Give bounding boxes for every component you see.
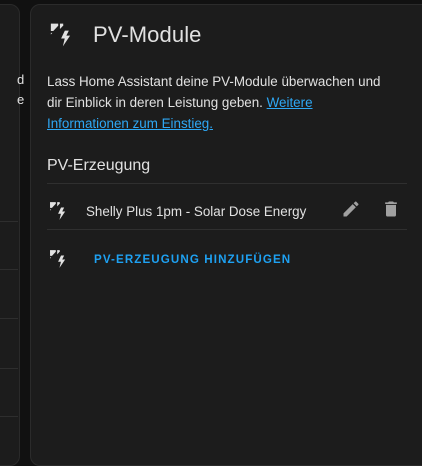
solar-power-icon [47,248,71,270]
edit-source-button[interactable] [335,195,367,227]
add-solar-source-label: PV-ERZEUGUNG HINZUFÜGEN [94,252,292,266]
previous-card-divider [0,368,18,369]
description-text: Lass Home Assistant deine PV-Module über… [47,74,381,110]
section-title: PV-Erzeugung [47,157,151,174]
card-header: PV-Module [47,19,202,51]
previous-card-divider [0,221,18,222]
previous-card-divider [0,269,18,270]
page-title: PV-Module [93,22,202,47]
section-divider [47,183,407,184]
pencil-icon [341,199,361,224]
previous-card-divider [0,318,18,319]
previous-card-text-1: d [17,72,25,87]
pv-module-card: PV-Module Lass Home Assistant deine PV-M… [30,4,422,466]
card-description: Lass Home Assistant deine PV-Module über… [47,71,397,134]
add-solar-source-button[interactable]: PV-ERZEUGUNG HINZUFÜGEN [47,245,291,273]
previous-card-divider [0,416,18,417]
solar-source-label: Shelly Plus 1pm - Solar Dose Energy [86,203,307,219]
delete-source-button[interactable] [375,195,407,227]
solar-source-row: Shelly Plus 1pm - Solar Dose Energy [47,191,407,231]
previous-card-text-2: e [17,92,25,107]
trash-icon [381,199,401,224]
row-divider [47,229,407,230]
solar-power-icon [47,200,71,222]
solar-power-icon [47,21,75,49]
